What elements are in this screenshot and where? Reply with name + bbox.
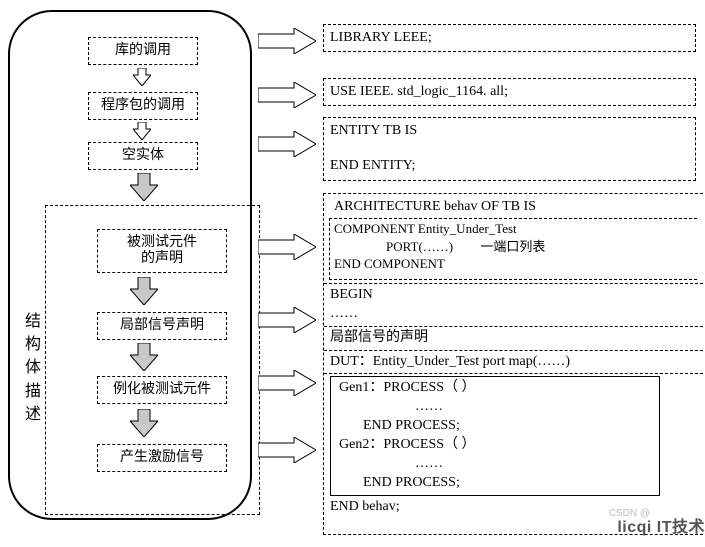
code-line: …… xyxy=(330,305,697,324)
box-signal-decl: 局部信号声明 xyxy=(97,312,227,340)
label: 例化被测试元件 xyxy=(113,382,211,398)
code-line: PORT(……) xyxy=(386,239,453,254)
arrow-down-icon xyxy=(133,68,151,86)
arrow-down-icon xyxy=(130,173,158,201)
code-line: 局部信号的声明 xyxy=(330,329,697,348)
label: 程序包的调用 xyxy=(101,98,185,114)
watermark: licqi IT技术 xyxy=(617,513,705,537)
arrow-right-icon xyxy=(258,82,316,108)
arrow-down-icon xyxy=(133,122,151,140)
arrow-down-icon xyxy=(130,409,158,437)
label: 局部信号声明 xyxy=(120,318,204,334)
code-component-decl: COMPONENT Entity_Under_Test PORT(……) 一端口… xyxy=(329,218,697,280)
label: 产生激励信号 xyxy=(120,450,204,466)
code-line: COMPONENT Entity_Under_Test xyxy=(334,220,693,238)
arrow-right-icon xyxy=(258,370,316,396)
code-line: ARCHITECTURE behav OF TB IS xyxy=(330,198,697,217)
code-line: Gen2：PROCESS（ ） xyxy=(339,436,651,455)
code-process-block: Gen1：PROCESS（ ） …… END PROCESS; Gen2：PRO… xyxy=(330,376,660,495)
code-line: …… xyxy=(339,455,651,474)
code-line: BEGIN xyxy=(330,284,697,305)
left-panel: 库的调用 程序包的调用 空实体 结构体描述 被测试元件 的声明 局部信号声明 例… xyxy=(8,10,252,520)
arrow-right-icon xyxy=(258,437,316,463)
code-library: LIBRARY LEEE; xyxy=(323,24,696,52)
label: 的声明 xyxy=(141,251,183,267)
code-use: USE IEEE. std_logic_1164. all; xyxy=(323,78,696,106)
arrow-right-icon xyxy=(258,131,316,157)
box-library-call: 库的调用 xyxy=(88,37,198,65)
label: 空实体 xyxy=(122,148,164,164)
label: 结构体描述 xyxy=(25,313,41,423)
architecture-label: 结构体描述 xyxy=(24,310,42,426)
arrow-down-icon xyxy=(130,277,158,305)
code-line: LIBRARY LEEE; xyxy=(330,30,432,45)
code-line: END COMPONENT xyxy=(334,255,693,273)
box-component-decl: 被测试元件 的声明 xyxy=(97,229,227,273)
code-line: USE IEEE. std_logic_1164. all; xyxy=(330,84,508,99)
arrow-down-icon xyxy=(130,343,158,371)
code-line: END PROCESS; xyxy=(339,474,651,493)
code-line: 一端口列表 xyxy=(456,239,545,254)
code-entity: ENTITY TB IS END ENTITY; xyxy=(323,117,696,181)
code-line: DUT：Entity_Under_Test port map(……) xyxy=(330,353,697,372)
arrow-right-icon xyxy=(258,234,316,260)
box-package-call: 程序包的调用 xyxy=(88,92,198,120)
label: 库的调用 xyxy=(115,43,171,59)
code-line: END PROCESS; xyxy=(339,417,651,436)
label: 被测试元件 xyxy=(127,235,197,251)
code-line: …… xyxy=(339,398,651,417)
code-architecture: ARCHITECTURE behav OF TB IS COMPONENT En… xyxy=(323,193,703,535)
box-instantiate: 例化被测试元件 xyxy=(97,376,227,404)
arrow-right-icon xyxy=(258,28,316,54)
arrow-right-icon xyxy=(258,307,316,333)
code-line: Gen1：PROCESS（ ） xyxy=(339,379,651,398)
box-stimulus: 产生激励信号 xyxy=(97,444,227,472)
code-line: END ENTITY; xyxy=(330,157,689,176)
code-line: ENTITY TB IS xyxy=(330,122,689,141)
box-empty-entity: 空实体 xyxy=(88,142,198,170)
